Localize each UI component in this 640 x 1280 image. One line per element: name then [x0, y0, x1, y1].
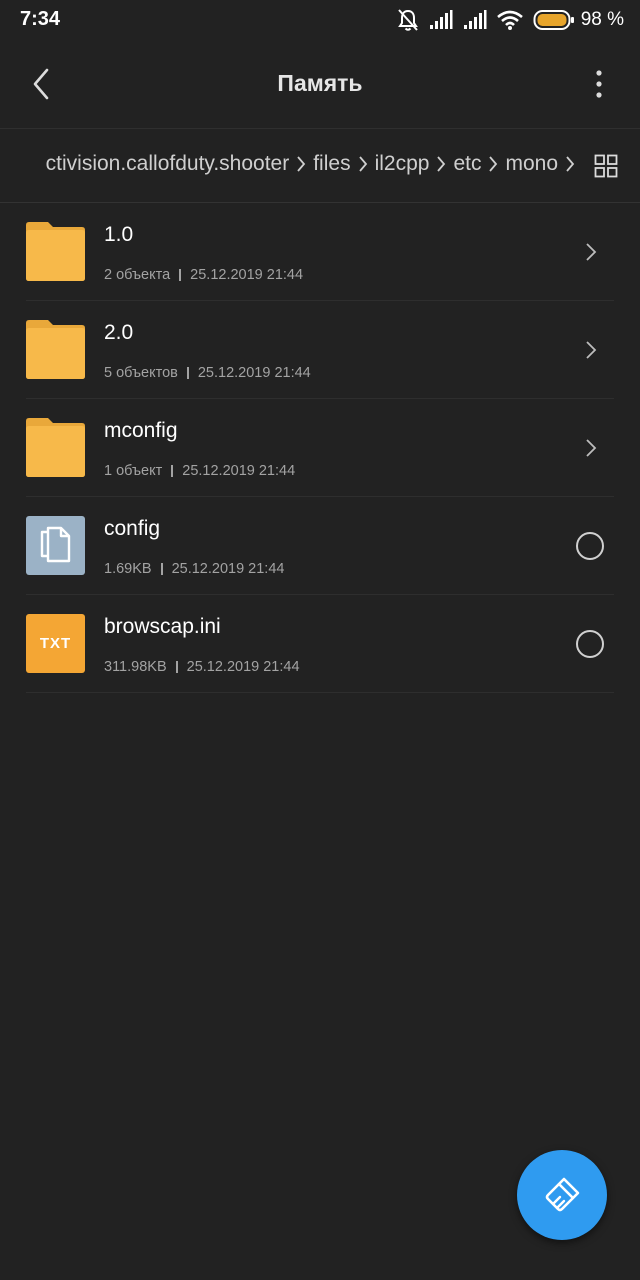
select-checkbox[interactable]: [576, 532, 604, 560]
bell-off-icon: [397, 9, 418, 31]
header-divider: [0, 128, 640, 129]
meta-separator: [186, 367, 189, 379]
chevron-right-icon: [437, 156, 446, 172]
file-size: 1.69KB: [104, 561, 152, 577]
view-toggle-button[interactable]: [594, 154, 618, 178]
more-vertical-icon: [596, 70, 602, 98]
file-meta: 1.69KB 25.12.2019 21:44: [104, 561, 284, 577]
file-list: 1.0 2 объекта 25.12.2019 21:44 2.0 5 объ…: [0, 203, 640, 693]
status-time: 7:34: [20, 8, 61, 30]
clean-fab-button[interactable]: [517, 1150, 607, 1240]
file-date: 25.12.2019 21:44: [186, 659, 300, 675]
file-meta: 5 объектов 25.12.2019 21:44: [104, 365, 311, 381]
file-date: 25.12.2019 21:44: [197, 365, 311, 381]
list-item[interactable]: TXT browscap.ini 311.98KB 25.12.2019 21:…: [26, 595, 614, 693]
brush-icon: [545, 1177, 580, 1212]
page-title: Память: [277, 70, 363, 96]
txt-file-icon: TXT: [26, 614, 85, 673]
list-item[interactable]: 1.0 2 объекта 25.12.2019 21:44: [26, 203, 614, 301]
meta-separator: [175, 661, 178, 673]
file-name: 2.0: [104, 321, 134, 344]
file-name: 1.0: [104, 223, 134, 246]
folder-icon: [26, 418, 85, 477]
breadcrumb-item[interactable]: files: [311, 152, 352, 176]
file-count: 5 объектов: [104, 365, 178, 381]
breadcrumb: ctivision.callofduty.shooter files il2cp…: [0, 130, 580, 202]
chevron-right-icon: [297, 156, 306, 172]
file-date: 25.12.2019 21:44: [182, 463, 296, 479]
battery-icon: [533, 10, 574, 30]
list-item[interactable]: 2.0 5 объектов 25.12.2019 21:44: [26, 301, 614, 399]
file-meta: 1 объект 25.12.2019 21:44: [104, 463, 295, 479]
meta-separator: [179, 269, 182, 281]
folder-icon: [26, 222, 85, 281]
file-name: mconfig: [104, 419, 178, 442]
chevron-right-icon: [586, 243, 597, 261]
select-checkbox[interactable]: [576, 630, 604, 658]
chevron-right-icon: [566, 156, 575, 172]
more-options-button[interactable]: [584, 66, 614, 106]
file-count: 1 объект: [104, 463, 163, 479]
signal-icon: [429, 10, 453, 29]
file-name: config: [104, 517, 161, 540]
breadcrumb-track: ctivision.callofduty.shooter files il2cp…: [44, 152, 580, 176]
app-header: Память: [0, 40, 640, 128]
battery-percent: 98 %: [580, 9, 624, 30]
file-name: browscap.ini: [104, 615, 221, 638]
wifi-icon: [496, 10, 523, 30]
file-size: 311.98KB: [104, 659, 167, 675]
file-meta: 311.98KB 25.12.2019 21:44: [104, 659, 300, 675]
status-bar: 7:34 98 %: [0, 0, 640, 40]
file-date: 25.12.2019 21:44: [190, 267, 304, 283]
file-count: 2 объекта: [104, 267, 171, 283]
breadcrumb-item[interactable]: etc: [451, 152, 483, 176]
chevron-right-icon: [358, 156, 367, 172]
breadcrumb-item[interactable]: mono: [503, 152, 560, 176]
list-item[interactable]: mconfig 1 объект 25.12.2019 21:44: [26, 399, 614, 497]
signal-icon: [463, 10, 487, 29]
meta-separator: [171, 465, 174, 477]
list-item[interactable]: config 1.69KB 25.12.2019 21:44: [26, 497, 614, 595]
status-icons: 98 %: [387, 7, 624, 33]
chevron-right-icon: [586, 439, 597, 457]
folder-icon: [26, 320, 85, 379]
chevron-right-icon: [586, 341, 597, 359]
breadcrumb-item[interactable]: il2cpp: [373, 152, 432, 176]
file-manager-screen: 7:34 98 % Память ctivision.callofduty.sh…: [0, 0, 640, 1280]
grid-icon: [594, 154, 618, 178]
chevron-right-icon: [489, 156, 498, 172]
meta-separator: [160, 563, 163, 575]
breadcrumb-item[interactable]: ctivision.callofduty.shooter: [44, 152, 292, 176]
file-date: 25.12.2019 21:44: [171, 561, 285, 577]
file-meta: 2 объекта 25.12.2019 21:44: [104, 267, 303, 283]
document-icon: [26, 516, 85, 575]
